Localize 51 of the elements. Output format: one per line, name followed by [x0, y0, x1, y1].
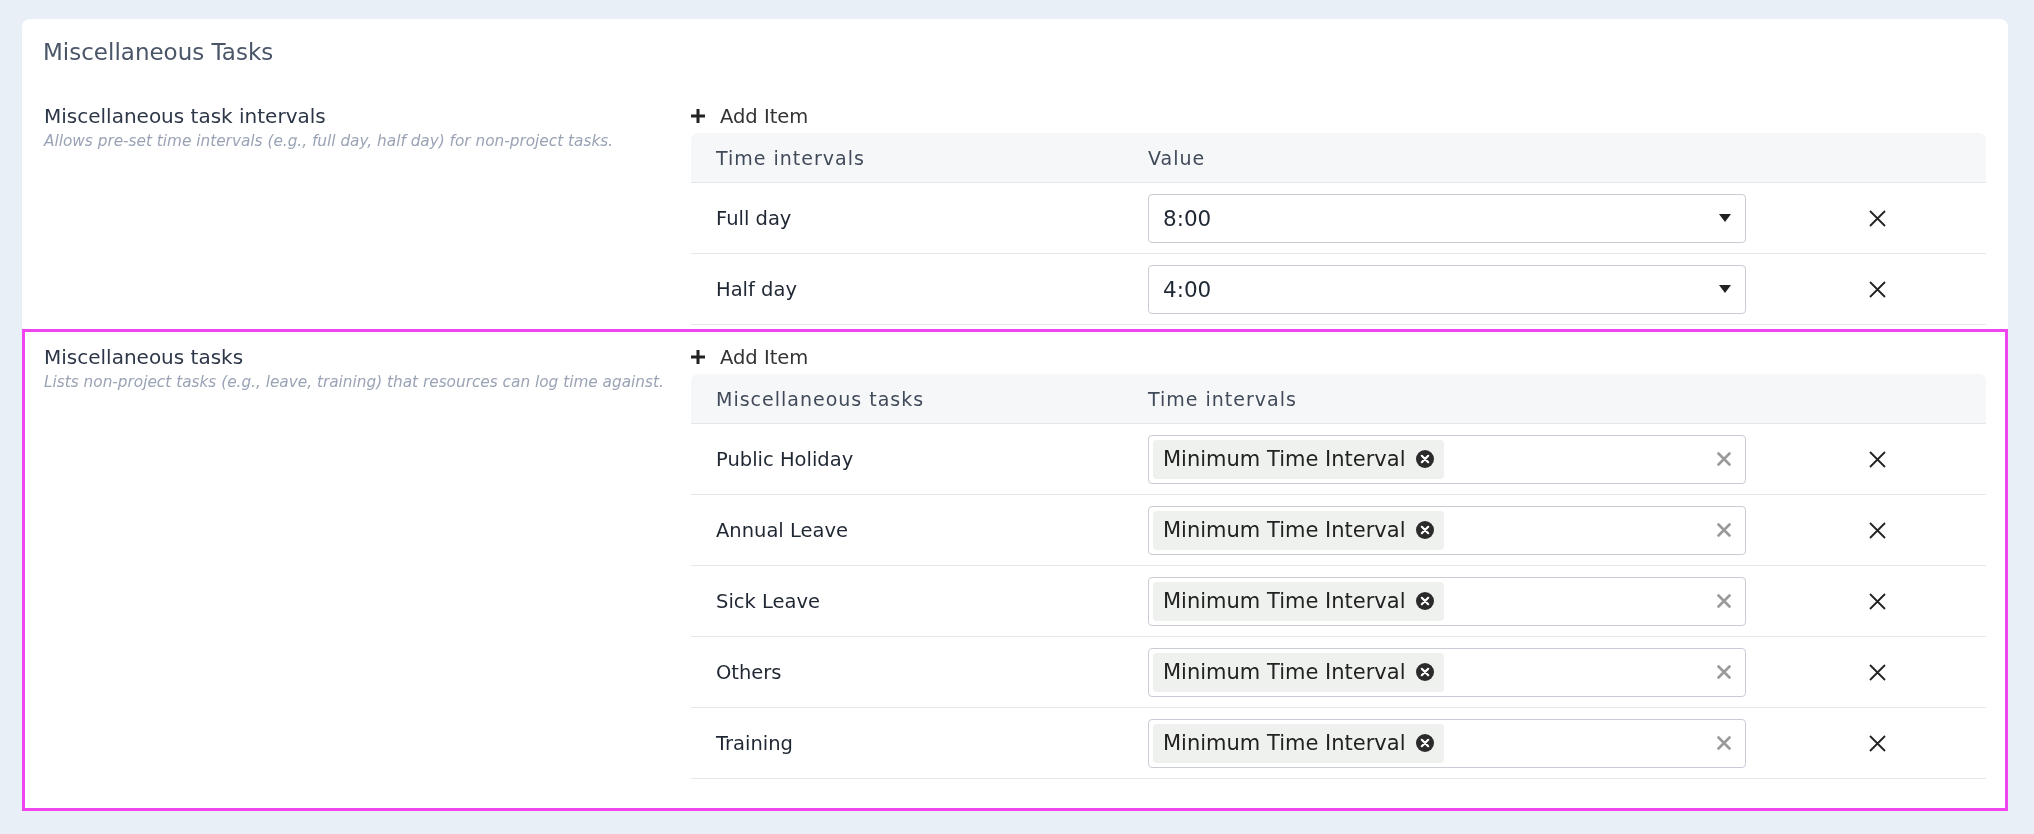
- tag-chip[interactable]: Minimum Time Interval: [1153, 723, 1445, 763]
- clear-icon[interactable]: [1717, 452, 1731, 466]
- caret-icon: [1719, 285, 1731, 293]
- clear-icon[interactable]: [1717, 594, 1731, 608]
- table-cell: Others: [716, 660, 782, 684]
- table-cell: Full day: [716, 206, 792, 230]
- close-icon[interactable]: [1868, 521, 1886, 539]
- table-cell: Training: [716, 731, 793, 755]
- section-description: Lists non-project tasks (e.g., leave, training) that resources can log time against.: [44, 372, 665, 392]
- close-circle-icon[interactable]: [1416, 521, 1435, 539]
- close-icon[interactable]: [1868, 209, 1886, 227]
- card-title: Miscellaneous Tasks: [42, 38, 275, 67]
- close-circle-icon[interactable]: [1416, 450, 1435, 468]
- close-icon[interactable]: [1868, 734, 1886, 752]
- close-icon[interactable]: [1868, 280, 1886, 298]
- close-circle-icon[interactable]: [1416, 734, 1435, 752]
- tag-chip[interactable]: Minimum Time Interval: [1153, 581, 1445, 621]
- caret-icon: [1719, 214, 1731, 222]
- tag-chip[interactable]: Minimum Time Interval: [1153, 439, 1445, 479]
- section-description: Allows pre-set time intervals (e.g., full day, half day) for non-project tasks.: [44, 131, 615, 151]
- close-icon[interactable]: [1868, 450, 1886, 468]
- close-icon[interactable]: [1868, 592, 1886, 610]
- multi-select-field[interactable]: Minimum Time Interval: [1148, 505, 1746, 555]
- table-cell: Public Holiday: [716, 447, 854, 471]
- column-header: Value: [1148, 146, 1206, 169]
- column-header: Time intervals: [716, 146, 865, 169]
- section-title: Miscellaneous tasks: [44, 344, 245, 370]
- plus-icon: [691, 109, 705, 123]
- tag-chip[interactable]: Minimum Time Interval: [1153, 652, 1445, 692]
- table-cell: Annual Leave: [716, 518, 848, 542]
- column-header: Time intervals: [1148, 387, 1297, 410]
- table-cell: Half day: [716, 277, 797, 301]
- close-icon[interactable]: [1868, 663, 1886, 681]
- multi-select-field[interactable]: Minimum Time Interval: [1148, 647, 1746, 697]
- column-header: Miscellaneous tasks: [716, 387, 925, 410]
- multi-select-field[interactable]: Minimum Time Interval: [1148, 434, 1746, 484]
- plus-icon: [691, 350, 705, 364]
- close-circle-icon[interactable]: [1416, 592, 1435, 610]
- table-cell: Sick Leave: [716, 589, 820, 613]
- add-item-button[interactable]: Add Item: [691, 344, 809, 370]
- clear-icon[interactable]: [1717, 665, 1731, 679]
- select-field[interactable]: 8:00: [1148, 193, 1746, 243]
- select-field[interactable]: 4:00: [1148, 264, 1746, 314]
- section-title: Miscellaneous task intervals: [44, 103, 327, 129]
- clear-icon[interactable]: [1717, 523, 1731, 537]
- multi-select-field[interactable]: Minimum Time Interval: [1148, 718, 1746, 768]
- clear-icon[interactable]: [1717, 736, 1731, 750]
- add-item-button[interactable]: Add Item: [691, 103, 809, 129]
- close-circle-icon[interactable]: [1416, 663, 1435, 681]
- multi-select-field[interactable]: Minimum Time Interval: [1148, 576, 1746, 626]
- tag-chip[interactable]: Minimum Time Interval: [1153, 510, 1445, 550]
